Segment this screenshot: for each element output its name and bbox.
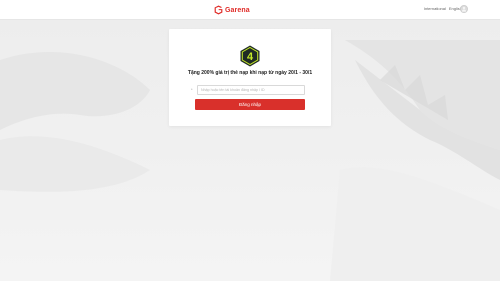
user-avatar-icon[interactable] — [460, 5, 468, 13]
region-label: International — [423, 6, 446, 11]
garena-logo[interactable]: Garena — [214, 4, 250, 16]
promo-text: Tặng 200% giá trị thẻ nạp khi nạp từ ngà… — [187, 70, 313, 76]
hexagon-4-badge-icon: 4 — [239, 45, 261, 67]
language-selector[interactable]: International English — [424, 6, 462, 11]
badge-number: 4 — [247, 51, 254, 63]
garena-logo-icon — [214, 5, 223, 15]
required-marker: * — [191, 87, 193, 92]
login-card: 4 Tặng 200% giá trị thẻ nạp khi nạp từ n… — [169, 29, 331, 126]
top-header: Garena International English — [0, 0, 500, 20]
login-button[interactable]: Đăng nhập — [195, 99, 305, 110]
badge-graphic: 4 — [240, 45, 260, 67]
brand-name: Garena — [225, 6, 250, 14]
user-silhouette-icon — [461, 6, 467, 12]
account-input[interactable] — [197, 85, 305, 95]
